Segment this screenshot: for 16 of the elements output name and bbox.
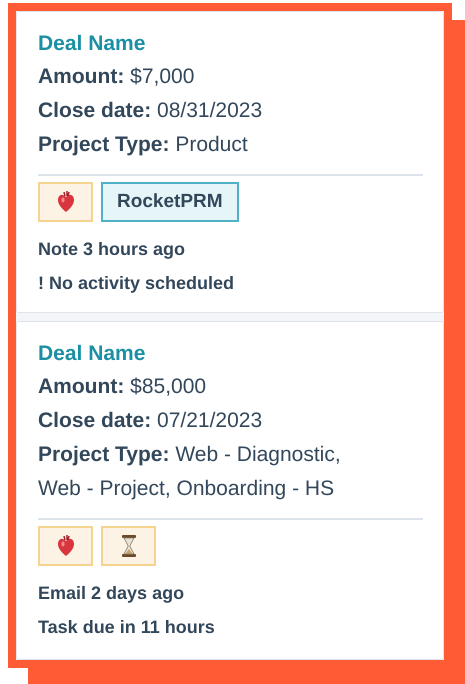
activity-text: Email 2 days ago <box>38 582 186 605</box>
activity-text: Note 3 hours ago <box>38 238 186 261</box>
activity-text: Task due in 11 hours <box>38 616 216 639</box>
hourglass-icon <box>120 534 136 558</box>
heart-icon <box>56 535 74 557</box>
activity-text: ! No activity scheduled <box>38 272 236 295</box>
tag-label: RocketPRM <box>101 182 239 222</box>
deal-field: Close date: 07/21/2023 <box>38 404 368 438</box>
deal-title[interactable]: Deal Name <box>38 337 423 370</box>
deal-field: Project Type: Product <box>38 128 368 162</box>
deal-title[interactable]: Deal Name <box>38 27 423 60</box>
deal-field: Amount: $85,000 <box>38 370 368 404</box>
deal-field: Project Type: Web - Diagnostic, Web - Project, Onboarding - HS <box>38 438 368 506</box>
deal-field: Amount: $7,000 <box>38 60 368 94</box>
heart-icon <box>56 191 74 213</box>
deal-field: Close date: 08/31/2023 <box>38 94 368 128</box>
